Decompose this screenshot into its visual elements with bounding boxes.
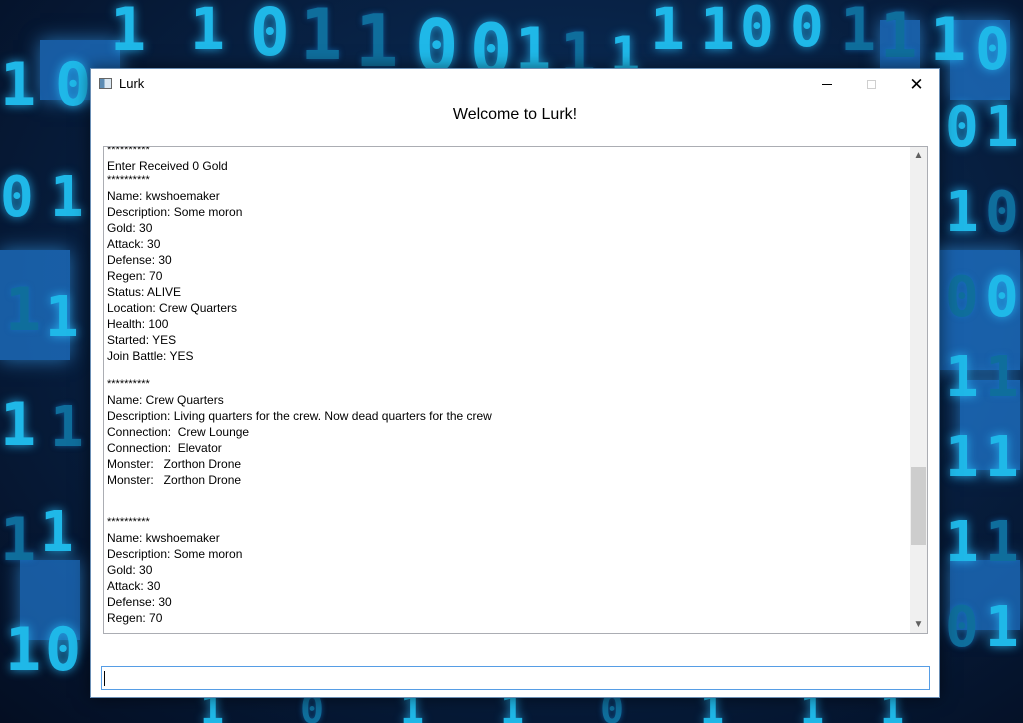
scroll-up-arrow-icon[interactable]: ▲	[910, 147, 927, 164]
wallpaper-digit: 1	[985, 595, 1019, 660]
log-line: Attack: 30	[107, 579, 161, 593]
app-window-icon	[99, 78, 112, 89]
log-line: Started: YES	[107, 333, 177, 347]
log-line: Name: Crew Quarters	[107, 393, 224, 407]
wallpaper-digit: 0	[945, 95, 979, 160]
game-log-textarea[interactable]: ********** Enter Received 0 Gold *********…	[103, 146, 928, 634]
wallpaper-digit: 1	[880, 0, 918, 72]
close-button[interactable]: ✕	[894, 69, 939, 99]
scroll-thumb[interactable]	[911, 467, 926, 545]
wallpaper-digit: 0	[985, 180, 1019, 245]
wallpaper-digit: 0	[975, 15, 1010, 83]
wallpaper-digit: 0	[790, 0, 824, 60]
title-bar[interactable]: Lurk ✕	[91, 69, 939, 99]
log-separator: **********	[107, 174, 150, 186]
wallpaper-digit: 1	[50, 395, 84, 460]
log-line: Monster: Zorthon Drone	[107, 473, 242, 487]
wallpaper-digit: 1	[985, 425, 1019, 490]
welcome-heading: Welcome to Lurk!	[452, 106, 578, 123]
log-separator: **********	[107, 378, 150, 390]
log-line: Description: Some moron	[107, 205, 243, 219]
wallpaper-digit: 1	[0, 505, 37, 575]
scroll-down-arrow-icon[interactable]: ▼	[910, 616, 927, 633]
log-line: Connection: Crew Lounge	[107, 425, 250, 439]
log-separator: **********	[107, 146, 150, 156]
log-line: Gold: 30	[107, 563, 153, 577]
wallpaper-digit: 0	[740, 0, 774, 60]
wallpaper-digit: 0	[945, 265, 979, 330]
wallpaper-digit: 1	[945, 510, 979, 575]
wallpaper-digit: 1	[930, 5, 967, 75]
log-line: Defense: 30	[107, 595, 172, 609]
window-title: Lurk	[119, 76, 145, 91]
wallpaper-digit: 1	[985, 345, 1019, 410]
wallpaper-digit: 1	[840, 0, 877, 65]
log-line: Status: ALIVE	[107, 285, 182, 299]
wallpaper-digit: 1	[45, 285, 79, 350]
log-line: Gold: 30	[107, 221, 153, 235]
log-line: Health: 100	[107, 317, 169, 331]
log-line: Name: kwshoemaker	[107, 189, 220, 203]
wallpaper-digit: 0	[985, 265, 1019, 330]
wallpaper-digit: 1	[355, 0, 399, 83]
minimize-button[interactable]	[804, 69, 849, 99]
log-line: Regen: 70	[107, 611, 163, 625]
log-line: Defense: 30	[107, 253, 172, 267]
maximize-button[interactable]	[849, 69, 894, 99]
close-icon: ✕	[909, 74, 924, 94]
wallpaper-digit: 1	[945, 345, 979, 410]
log-line: Connection: Elevator	[107, 441, 222, 455]
text-caret	[104, 671, 105, 686]
log-line: Description: Some moron	[107, 547, 243, 561]
wallpaper-digit: 1	[300, 0, 343, 76]
wallpaper-digit: 1	[985, 510, 1019, 575]
wallpaper-digit: 1	[5, 275, 42, 345]
wallpaper-digit: 1	[40, 500, 74, 565]
wallpaper-digit: 1	[945, 180, 979, 245]
wallpaper-digit: 1	[190, 0, 225, 63]
log-separator: **********	[107, 516, 150, 528]
log-line: Name: kwshoemaker	[107, 531, 220, 545]
wallpaper-digit: 1	[0, 390, 37, 460]
wallpaper-digit: 0	[250, 0, 290, 71]
minimize-icon	[821, 83, 832, 85]
wallpaper-digit: 1	[50, 165, 84, 230]
wallpaper-digit: 0	[45, 615, 82, 685]
wallpaper-digit: 1	[945, 425, 979, 490]
wallpaper-digit: 1	[700, 0, 735, 63]
log-line: Join Battle: YES	[107, 349, 194, 363]
wallpaper-digit: 0	[0, 165, 34, 230]
log-line: Monster: Zorthon Drone	[107, 457, 242, 471]
lurk-window: Lurk ✕ Welcome to Lurk! ********** Enter …	[90, 68, 940, 698]
log-line: Location: Crew Quarters	[107, 301, 238, 315]
wallpaper-digit: 0	[55, 50, 92, 120]
wallpaper-digit: 1	[5, 615, 42, 685]
game-log-content: ********** Enter Received 0 Gold *********…	[107, 146, 907, 626]
log-scrollbar[interactable]: ▲ ▼	[910, 147, 927, 633]
wallpaper-digit: 1	[650, 0, 685, 63]
log-line: Attack: 30	[107, 237, 161, 251]
log-line: Regen: 70	[107, 269, 163, 283]
log-line: Enter Received 0 Gold	[107, 159, 228, 173]
log-line: Description: Living quarters for the cre…	[107, 409, 492, 423]
wallpaper-digit: 0	[945, 595, 979, 660]
command-input[interactable]	[101, 666, 930, 690]
wallpaper-digit: 1	[110, 0, 147, 65]
maximize-icon	[867, 79, 876, 89]
wallpaper-digit: 1	[0, 50, 37, 120]
wallpaper-digit: 1	[985, 95, 1019, 160]
